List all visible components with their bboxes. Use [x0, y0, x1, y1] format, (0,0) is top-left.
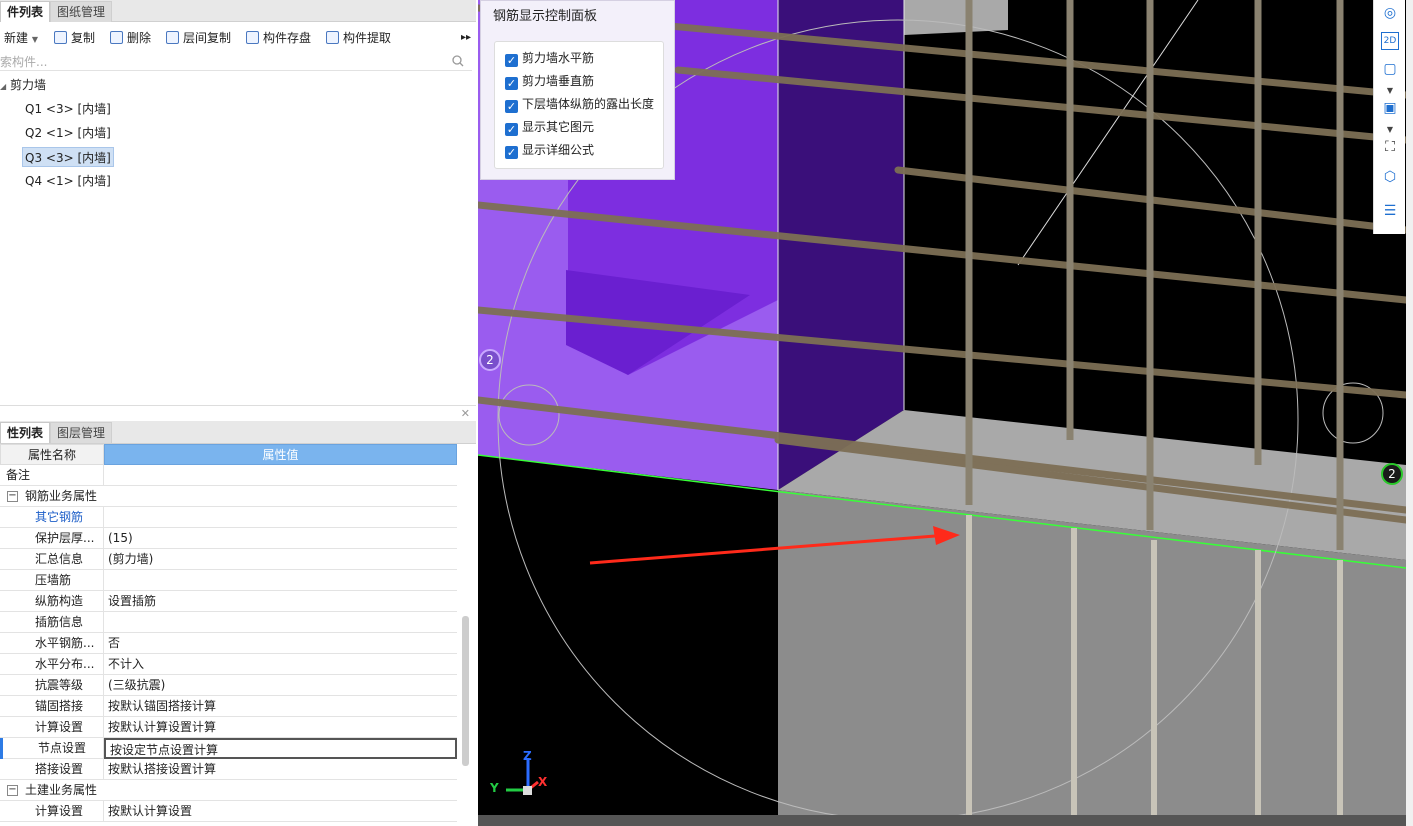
cube-icon[interactable]: ▢: [1379, 58, 1401, 80]
axis-marker[interactable]: 2: [479, 349, 501, 371]
close-icon[interactable]: ✕: [461, 407, 470, 420]
table-row[interactable]: 插筋信息: [0, 612, 457, 633]
2d-icon[interactable]: 2D: [1381, 32, 1399, 50]
tab-component-list[interactable]: 件列表: [0, 1, 51, 22]
table-row[interactable]: 抗震等级 (三级抗震): [0, 675, 457, 696]
table-row[interactable]: 保护层厚... (15): [0, 528, 457, 549]
table-row[interactable]: 水平分布... 不计入: [0, 654, 457, 675]
component-toolbar: 新建 ▼ 复制 删除 层间复制 构件存盘 构件提取 ▸▸: [0, 26, 476, 50]
component-tabbar: 件列表 图纸管理: [0, 0, 476, 22]
tree-root[interactable]: ◢ 剪力墙: [0, 75, 46, 95]
table-row[interactable]: 计算设置 按默认计算设置计算: [0, 717, 457, 738]
save-icon: [246, 31, 259, 44]
tree-item[interactable]: Q2 <1> [内墙]: [25, 123, 111, 143]
table-row[interactable]: 压墙筋: [0, 570, 457, 591]
floor-copy-button[interactable]: 层间复制: [166, 26, 231, 50]
axis-marker[interactable]: 2: [1381, 463, 1403, 485]
table-row[interactable]: 其它钢筋: [0, 507, 457, 528]
collapse-icon[interactable]: ◢: [0, 82, 6, 91]
table-row[interactable]: 纵筋构造 设置插筋: [0, 591, 457, 612]
tree-item[interactable]: Q4 <1> [内墙]: [25, 171, 111, 191]
option-vertical-rebar[interactable]: ✓ 剪力墙垂直筋: [505, 70, 594, 92]
property-tabbar: 性列表 图层管理: [0, 421, 476, 444]
option-exposed-length[interactable]: ✓ 下层墙体纵筋的露出长度: [505, 93, 654, 115]
table-row[interactable]: 备注: [0, 465, 457, 486]
property-grid-header: 属性名称 属性值: [0, 444, 457, 465]
table-row[interactable]: 水平钢筋... 否: [0, 633, 457, 654]
table-row-selected[interactable]: 节点设置 按设定节点设置计算: [0, 738, 457, 759]
extract-icon: [326, 31, 339, 44]
axis-x-label: X: [538, 775, 548, 789]
table-row[interactable]: 计算设置 按默认计算设置: [0, 801, 457, 822]
fullscreen-icon[interactable]: ⛶: [1379, 136, 1401, 158]
more-icon[interactable]: ▸▸: [461, 26, 471, 50]
tab-drawing-management[interactable]: 图纸管理: [50, 1, 113, 22]
table-row-group[interactable]: − 钢筋业务属性: [0, 486, 457, 507]
rotate-icon[interactable]: ◎: [1379, 2, 1401, 24]
table-row[interactable]: 汇总信息 (剪力墙): [0, 549, 457, 570]
copy-icon: [54, 31, 67, 44]
left-panel: 件列表 图纸管理 新建 ▼ 复制 删除 层间复制 构件存盘 构件提取 ▸▸ 索构…: [0, 0, 476, 826]
axis-z-label: Z: [523, 749, 532, 763]
property-scrollbar[interactable]: [462, 616, 469, 766]
option-horizontal-rebar[interactable]: ✓ 剪力墙水平筋: [505, 47, 594, 69]
trash-icon: [110, 31, 123, 44]
panel-splitter[interactable]: ✕: [0, 405, 476, 421]
floor-copy-icon: [166, 31, 179, 44]
panel-title: 钢筋显示控制面板: [493, 9, 598, 24]
extract-component-button[interactable]: 构件提取: [326, 26, 391, 50]
checkbox-checked-icon[interactable]: ✓: [505, 77, 518, 90]
checkbox-checked-icon[interactable]: ✓: [505, 100, 518, 113]
tab-property-list[interactable]: 性列表: [0, 422, 51, 443]
checkbox-checked-icon[interactable]: ✓: [505, 54, 518, 67]
tree-item[interactable]: Q1 <3> [内墙]: [25, 99, 111, 119]
column-header-value[interactable]: 属性值: [104, 444, 457, 465]
new-button[interactable]: 新建 ▼: [4, 26, 38, 50]
checkbox-checked-icon[interactable]: ✓: [505, 123, 518, 136]
copy-button[interactable]: 复制: [54, 26, 95, 50]
view-toolbar: ◎ 2D ▢ ▼ ▣ ▼ ⛶ ⬡ ☰: [1373, 0, 1405, 234]
tree-item-selected[interactable]: Q3 <3> [内墙]: [22, 147, 114, 167]
axis-y-label: Y: [490, 781, 499, 795]
viewport-scrollbar[interactable]: [1406, 0, 1413, 826]
table-row[interactable]: 搭接设置 按默认搭接设置计算: [0, 759, 457, 780]
option-show-formula[interactable]: ✓ 显示详细公式: [505, 139, 594, 161]
table-row[interactable]: 锚固搭接 按默认锚固搭接计算: [0, 696, 457, 717]
column-header-name[interactable]: 属性名称: [0, 444, 104, 465]
search-placeholder: 索构件...: [0, 55, 48, 69]
delete-button[interactable]: 删除: [110, 26, 151, 50]
tab-layer-management[interactable]: 图层管理: [50, 422, 113, 443]
cube-view-icon[interactable]: ⬡: [1379, 166, 1401, 188]
shaded-cube-icon[interactable]: ▣: [1379, 97, 1401, 119]
option-show-other-elements[interactable]: ✓ 显示其它图元: [505, 116, 594, 138]
save-component-button[interactable]: 构件存盘: [246, 26, 311, 50]
search-input[interactable]: 索构件...: [0, 51, 472, 71]
search-icon[interactable]: [452, 55, 464, 67]
properties-icon[interactable]: ☰: [1379, 200, 1401, 222]
dropdown-arrow-icon[interactable]: ▼: [32, 35, 38, 44]
table-row-group[interactable]: − 土建业务属性: [0, 780, 457, 801]
option-list: ✓ 剪力墙水平筋 ✓ 剪力墙垂直筋 ✓ 下层墙体纵筋的露出长度 ✓ 显示其它图元 ✓ 显示…: [494, 41, 664, 169]
checkbox-checked-icon[interactable]: ✓: [505, 146, 518, 159]
rebar-display-panel: 钢筋显示控制面板 ✓ 剪力墙水平筋 ✓ 剪力墙垂直筋 ✓ 下层墙体纵筋的露出长度 ✓ 显…: [480, 0, 675, 180]
